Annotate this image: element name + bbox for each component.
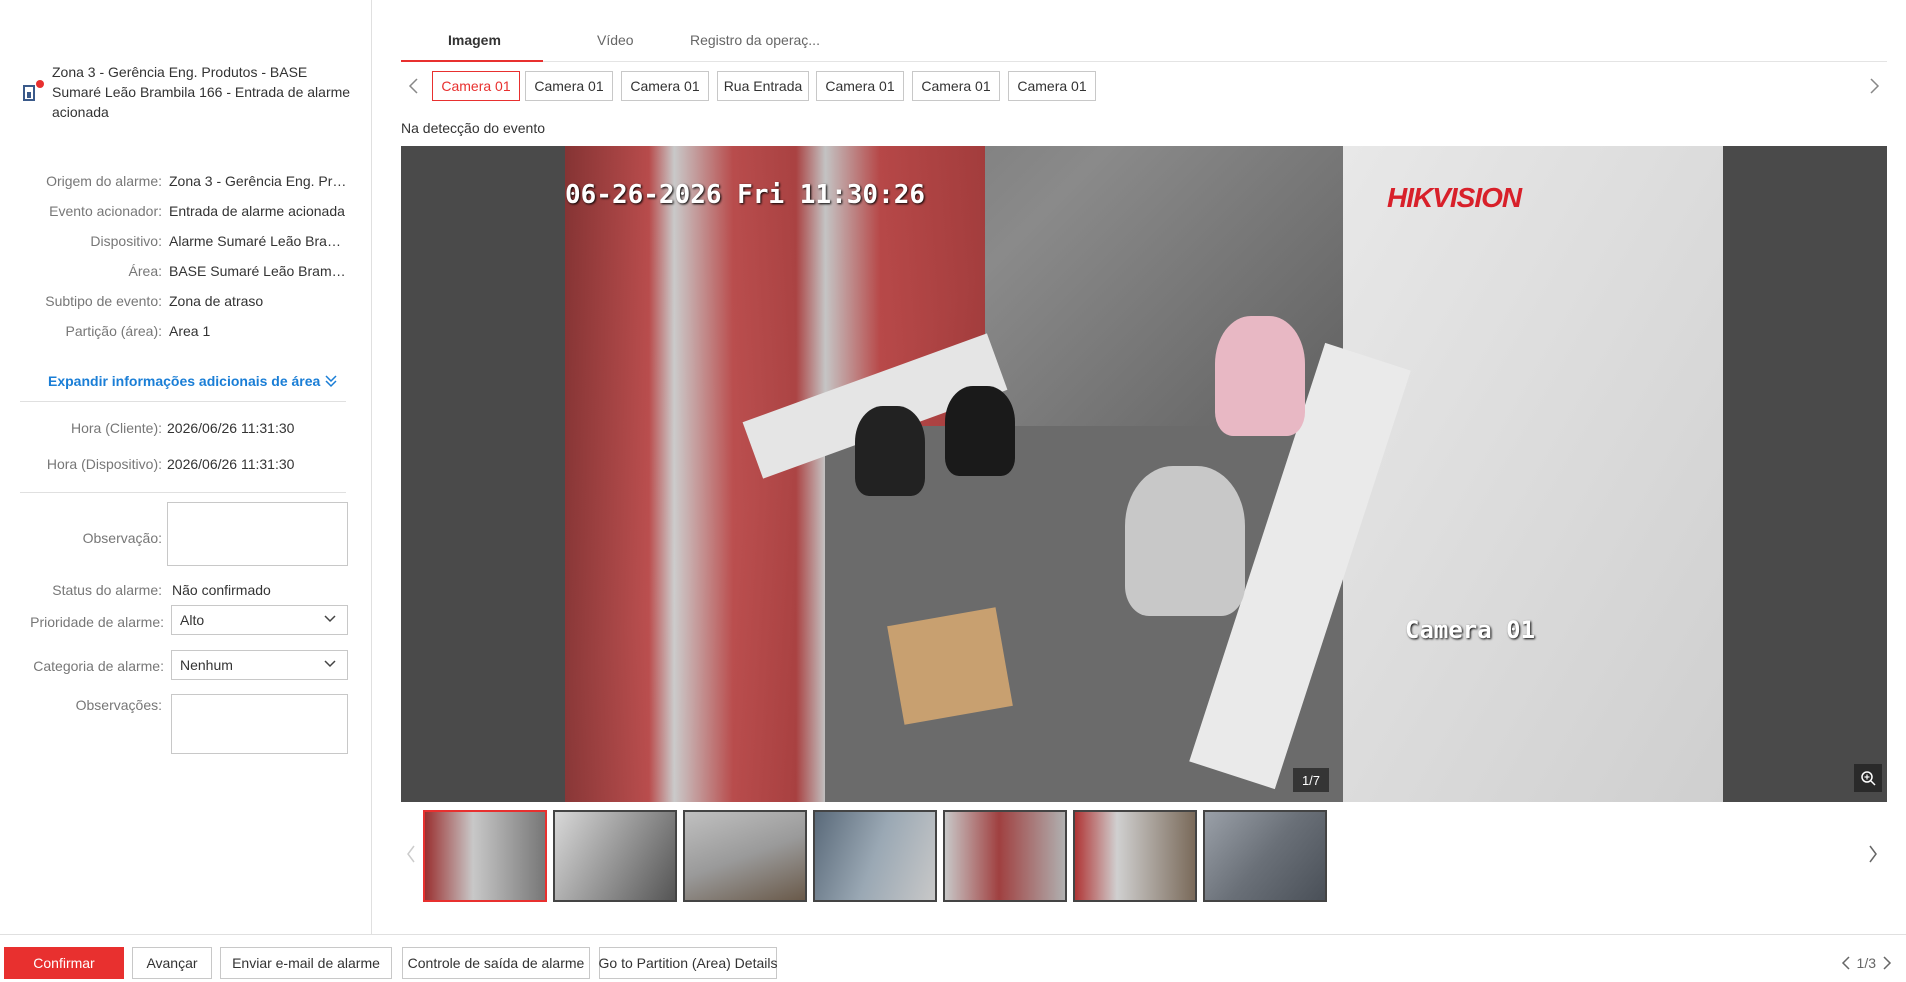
osd-brand-logo: HIKVISION bbox=[1387, 182, 1522, 213]
camera-button[interactable]: Rua Entrada bbox=[717, 71, 809, 101]
chevron-left-icon[interactable] bbox=[1841, 956, 1851, 970]
camera-button[interactable]: Camera 01 bbox=[525, 71, 613, 101]
categoria-label: Categoria de alarme: bbox=[33, 658, 164, 674]
time-value: 2026/06/26 11:31:30 bbox=[167, 456, 295, 472]
alarm-status-dot bbox=[36, 80, 44, 88]
snapshot-person bbox=[1125, 466, 1245, 616]
image-counter: 1/7 bbox=[1293, 768, 1329, 792]
time-label: Hora (Cliente): bbox=[70, 420, 162, 436]
snapshot-thumbnail[interactable] bbox=[423, 810, 547, 902]
osd-camera-name: Camera 01 bbox=[1405, 616, 1536, 644]
alarm-info-panel: Zona 3 - Gerência Eng. Produtos - BASE S… bbox=[0, 0, 372, 934]
tab-video[interactable]: Vídeo bbox=[597, 32, 634, 48]
camera-button[interactable]: Camera 01 bbox=[816, 71, 904, 101]
osd-timestamp: 06-26-2026 Fri 11:30:26 bbox=[565, 180, 926, 210]
camera-button[interactable]: Camera 01 bbox=[432, 71, 520, 101]
detail-label: Área: bbox=[128, 263, 162, 279]
thumbnail-strip bbox=[401, 808, 1887, 904]
chevron-down-icon bbox=[324, 660, 336, 668]
detail-value: BASE Sumaré Leão Brambil... bbox=[169, 263, 349, 279]
snapshot-box bbox=[887, 607, 1013, 725]
prioridade-selected: Alto bbox=[180, 612, 205, 628]
snapshot-wall bbox=[1343, 146, 1723, 802]
snapshot-thumbnail[interactable] bbox=[683, 810, 807, 902]
status-label: Status do alarme: bbox=[52, 582, 162, 598]
tab-imagem[interactable]: Imagem bbox=[448, 32, 501, 48]
detail-label: Subtipo de evento: bbox=[45, 293, 162, 309]
snapshot-person bbox=[855, 406, 925, 496]
camera-snapshot: 06-26-2026 Fri 11:30:26 HIKVISION Camera… bbox=[565, 146, 1723, 802]
observacao-label: Observação: bbox=[82, 530, 162, 546]
detail-label: Evento acionador: bbox=[49, 203, 162, 219]
detail-label: Dispositivo: bbox=[90, 233, 162, 249]
alarm-detail-window: Zona 3 - Gerência Eng. Produtos - BASE S… bbox=[0, 0, 1906, 982]
status-value: Não confirmado bbox=[172, 582, 271, 598]
expand-area-info-link[interactable]: Expandir informações adicionais de área bbox=[48, 373, 338, 389]
divider bbox=[20, 492, 346, 493]
camera-button[interactable]: Camera 01 bbox=[1008, 71, 1096, 101]
confirm-button[interactable]: Confirmar bbox=[4, 947, 124, 979]
alarm-header: Zona 3 - Gerência Eng. Produtos - BASE S… bbox=[22, 62, 362, 122]
snapshot-thumbnail[interactable] bbox=[943, 810, 1067, 902]
alarm-input-icon bbox=[22, 80, 44, 102]
camera-button[interactable]: Camera 01 bbox=[912, 71, 1000, 101]
camera-selector: Camera 01 Camera 01 Camera 01 Rua Entrada Ca… bbox=[401, 71, 1887, 103]
chevron-left-icon[interactable] bbox=[405, 844, 417, 864]
chevron-right-icon[interactable] bbox=[1867, 77, 1881, 95]
chevron-down-icon bbox=[324, 615, 336, 623]
zoom-in-icon bbox=[1861, 771, 1876, 786]
detail-value: Area 1 bbox=[169, 323, 211, 339]
snapshot-thumbnail[interactable] bbox=[553, 810, 677, 902]
alarm-title: Zona 3 - Gerência Eng. Produtos - BASE S… bbox=[52, 64, 351, 120]
partition-details-button[interactable]: Go to Partition (Area) Details bbox=[599, 947, 777, 979]
snapshot-thumbnail[interactable] bbox=[1203, 810, 1327, 902]
tab-registro[interactable]: Registro da operaç... bbox=[690, 32, 820, 48]
event-capture-label: Na detecção do evento bbox=[401, 120, 545, 136]
pager: 1/3 bbox=[1841, 955, 1892, 971]
snapshot-person bbox=[1215, 316, 1305, 436]
double-chevron-down-icon bbox=[325, 375, 337, 388]
chevron-right-icon[interactable] bbox=[1867, 844, 1879, 864]
expand-area-info-label: Expandir informações adicionais de área bbox=[48, 373, 321, 389]
detail-label: Partição (área): bbox=[65, 323, 162, 339]
send-email-button[interactable]: Enviar e-mail de alarme bbox=[220, 947, 392, 979]
snapshot-thumbnail[interactable] bbox=[813, 810, 937, 902]
observacoes-label: Observações: bbox=[75, 697, 162, 713]
active-tab-indicator bbox=[401, 60, 543, 62]
time-value: 2026/06/26 11:31:30 bbox=[167, 420, 295, 436]
categoria-select[interactable]: Nenhum bbox=[171, 650, 348, 680]
camera-button[interactable]: Camera 01 bbox=[621, 71, 709, 101]
time-label: Hora (Dispositivo): bbox=[46, 456, 162, 472]
observacoes-textarea[interactable] bbox=[171, 694, 348, 754]
action-footer: Confirmar Avançar Enviar e-mail de alarm… bbox=[0, 934, 1906, 982]
chevron-left-icon[interactable] bbox=[407, 77, 421, 95]
categoria-selected: Nenhum bbox=[180, 657, 233, 673]
detail-value: Entrada de alarme acionada bbox=[169, 203, 345, 219]
detail-label: Origem do alarme: bbox=[46, 173, 162, 189]
detail-value: Alarme Sumaré Leão Bram... bbox=[169, 233, 349, 249]
chevron-right-icon[interactable] bbox=[1882, 956, 1892, 970]
snapshot-person bbox=[945, 386, 1015, 476]
image-viewer[interactable]: 06-26-2026 Fri 11:30:26 HIKVISION Camera… bbox=[401, 146, 1887, 802]
zoom-in-button[interactable] bbox=[1854, 764, 1882, 792]
divider bbox=[20, 401, 346, 402]
page-indicator: 1/3 bbox=[1856, 955, 1876, 971]
observacao-textarea[interactable] bbox=[167, 502, 348, 566]
detail-value: Zona de atraso bbox=[169, 293, 264, 309]
alarm-output-button[interactable]: Controle de saída de alarme bbox=[402, 947, 590, 979]
detail-value: Zona 3 - Gerência Eng. Pro... bbox=[169, 173, 349, 189]
prioridade-select[interactable]: Alto bbox=[171, 605, 348, 635]
next-button[interactable]: Avançar bbox=[132, 947, 212, 979]
view-tabs: Imagem Vídeo Registro da operaç... bbox=[401, 22, 1887, 62]
prioridade-label: Prioridade de alarme: bbox=[30, 614, 164, 630]
snapshot-thumbnail[interactable] bbox=[1073, 810, 1197, 902]
